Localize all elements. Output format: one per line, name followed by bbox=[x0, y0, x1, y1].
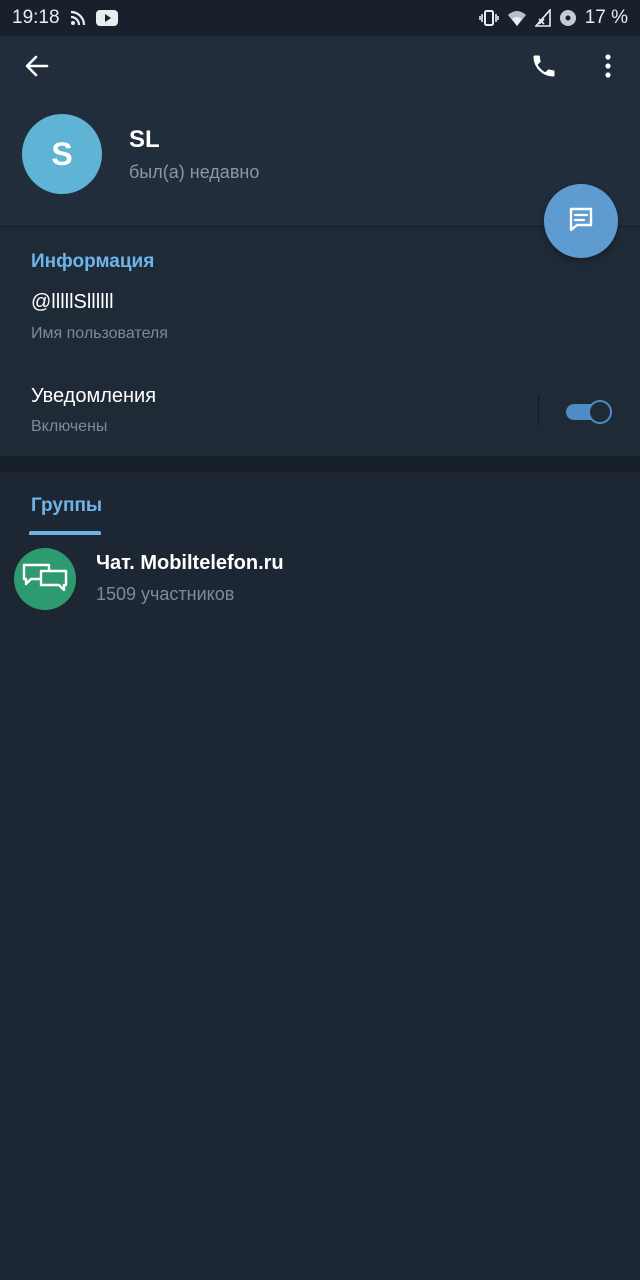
notifications-row[interactable]: Уведомления Включены bbox=[0, 367, 640, 447]
username-caption: Имя пользователя bbox=[31, 325, 168, 342]
more-vertical-icon bbox=[604, 53, 612, 84]
chat-bubbles-icon bbox=[21, 562, 69, 597]
back-button[interactable] bbox=[13, 44, 61, 92]
signal-icon bbox=[534, 9, 551, 27]
rss-icon bbox=[70, 10, 86, 26]
group-members-count: 1509 участников bbox=[96, 584, 235, 604]
tab-groups-label: Группы bbox=[31, 495, 103, 516]
data-saver-icon bbox=[559, 9, 577, 27]
status-time: 19:18 bbox=[12, 7, 60, 28]
group-name: Чат. Mobiltelefon.ru bbox=[96, 552, 284, 574]
profile-status: был(а) недавно bbox=[129, 162, 260, 182]
vibrate-icon bbox=[478, 9, 499, 27]
notifications-toggle[interactable] bbox=[566, 400, 612, 424]
username-value[interactable]: @lllllSllllll bbox=[31, 291, 114, 314]
call-button[interactable] bbox=[520, 44, 568, 92]
groups-section: Группы Чат. Mobiltelefon.ru 1509 участни… bbox=[0, 472, 640, 1280]
notifications-divider bbox=[538, 395, 539, 425]
youtube-icon bbox=[95, 10, 118, 26]
profile-header: S SL был(а) недавно bbox=[0, 36, 640, 226]
toggle-knob bbox=[588, 400, 612, 424]
info-section: Информация @lllllSllllll Имя пользовател… bbox=[0, 226, 640, 457]
group-avatar bbox=[14, 548, 76, 610]
message-icon bbox=[565, 203, 597, 240]
tab-groups[interactable]: Группы bbox=[29, 472, 103, 536]
status-bar: 19:18 17 % bbox=[0, 0, 640, 36]
group-list-item[interactable]: Чат. Mobiltelefon.ru 1509 участников bbox=[0, 542, 640, 616]
status-bar-left: 19:18 bbox=[12, 7, 118, 29]
avatar-letter: S bbox=[51, 135, 73, 172]
tab-indicator bbox=[29, 531, 101, 535]
profile-name: SL bbox=[129, 126, 160, 153]
more-options-button[interactable] bbox=[584, 44, 632, 92]
status-bar-right: 17 % bbox=[478, 7, 628, 29]
notifications-status: Включены bbox=[31, 418, 108, 435]
avatar[interactable]: S bbox=[22, 114, 102, 194]
arrow-left-icon bbox=[24, 53, 50, 84]
send-message-button[interactable] bbox=[544, 184, 618, 258]
info-section-title: Информация bbox=[31, 251, 155, 272]
section-separator bbox=[0, 456, 640, 472]
notifications-label: Уведомления bbox=[31, 385, 157, 407]
phone-icon bbox=[530, 52, 558, 85]
wifi-icon bbox=[507, 9, 527, 27]
battery-level: 17 % bbox=[584, 7, 628, 28]
